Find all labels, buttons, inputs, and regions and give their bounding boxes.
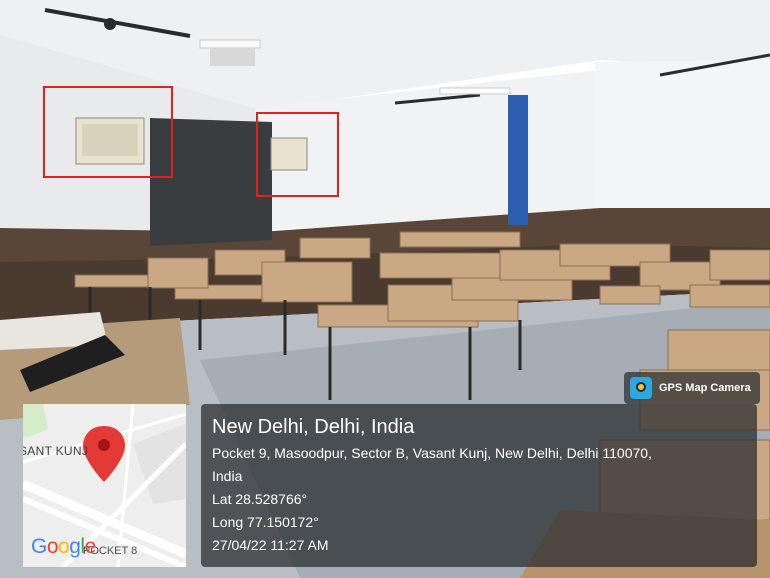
map-area-label: SANT KUNJ bbox=[23, 444, 89, 458]
address-line-2: India bbox=[212, 468, 243, 484]
gps-map-camera-label: GPS Map Camera bbox=[659, 382, 751, 394]
google-logo-letter: e bbox=[84, 535, 97, 558]
latitude: Lat 28.528766° bbox=[212, 491, 308, 507]
highlight-box-ac-left bbox=[43, 86, 173, 178]
google-logo-text: Google bbox=[31, 535, 96, 558]
longitude: Long 77.150172° bbox=[212, 514, 319, 530]
timestamp: 27/04/22 11:27 AM bbox=[212, 537, 329, 553]
google-logo-letter: G bbox=[31, 535, 47, 558]
google-logo: Google bbox=[31, 535, 96, 559]
address-line-1: Pocket 9, Masoodpur, Sector B, Vasant Ku… bbox=[212, 445, 652, 461]
location-title: New Delhi, Delhi, India bbox=[212, 416, 415, 438]
google-logo-letter: o bbox=[46, 535, 59, 558]
google-logo-letter: o bbox=[58, 535, 70, 558]
gps-map-camera-icon bbox=[630, 377, 652, 399]
google-logo-letter: g bbox=[69, 535, 81, 558]
map-thumbnail: SANT KUNJ POCKET 8 Google bbox=[23, 404, 186, 567]
location-info-panel: New Delhi, Delhi, India Pocket 9, Masood… bbox=[201, 404, 757, 567]
highlight-box-ac-right bbox=[256, 112, 339, 197]
gps-map-camera-badge: GPS Map Camera bbox=[624, 372, 760, 404]
